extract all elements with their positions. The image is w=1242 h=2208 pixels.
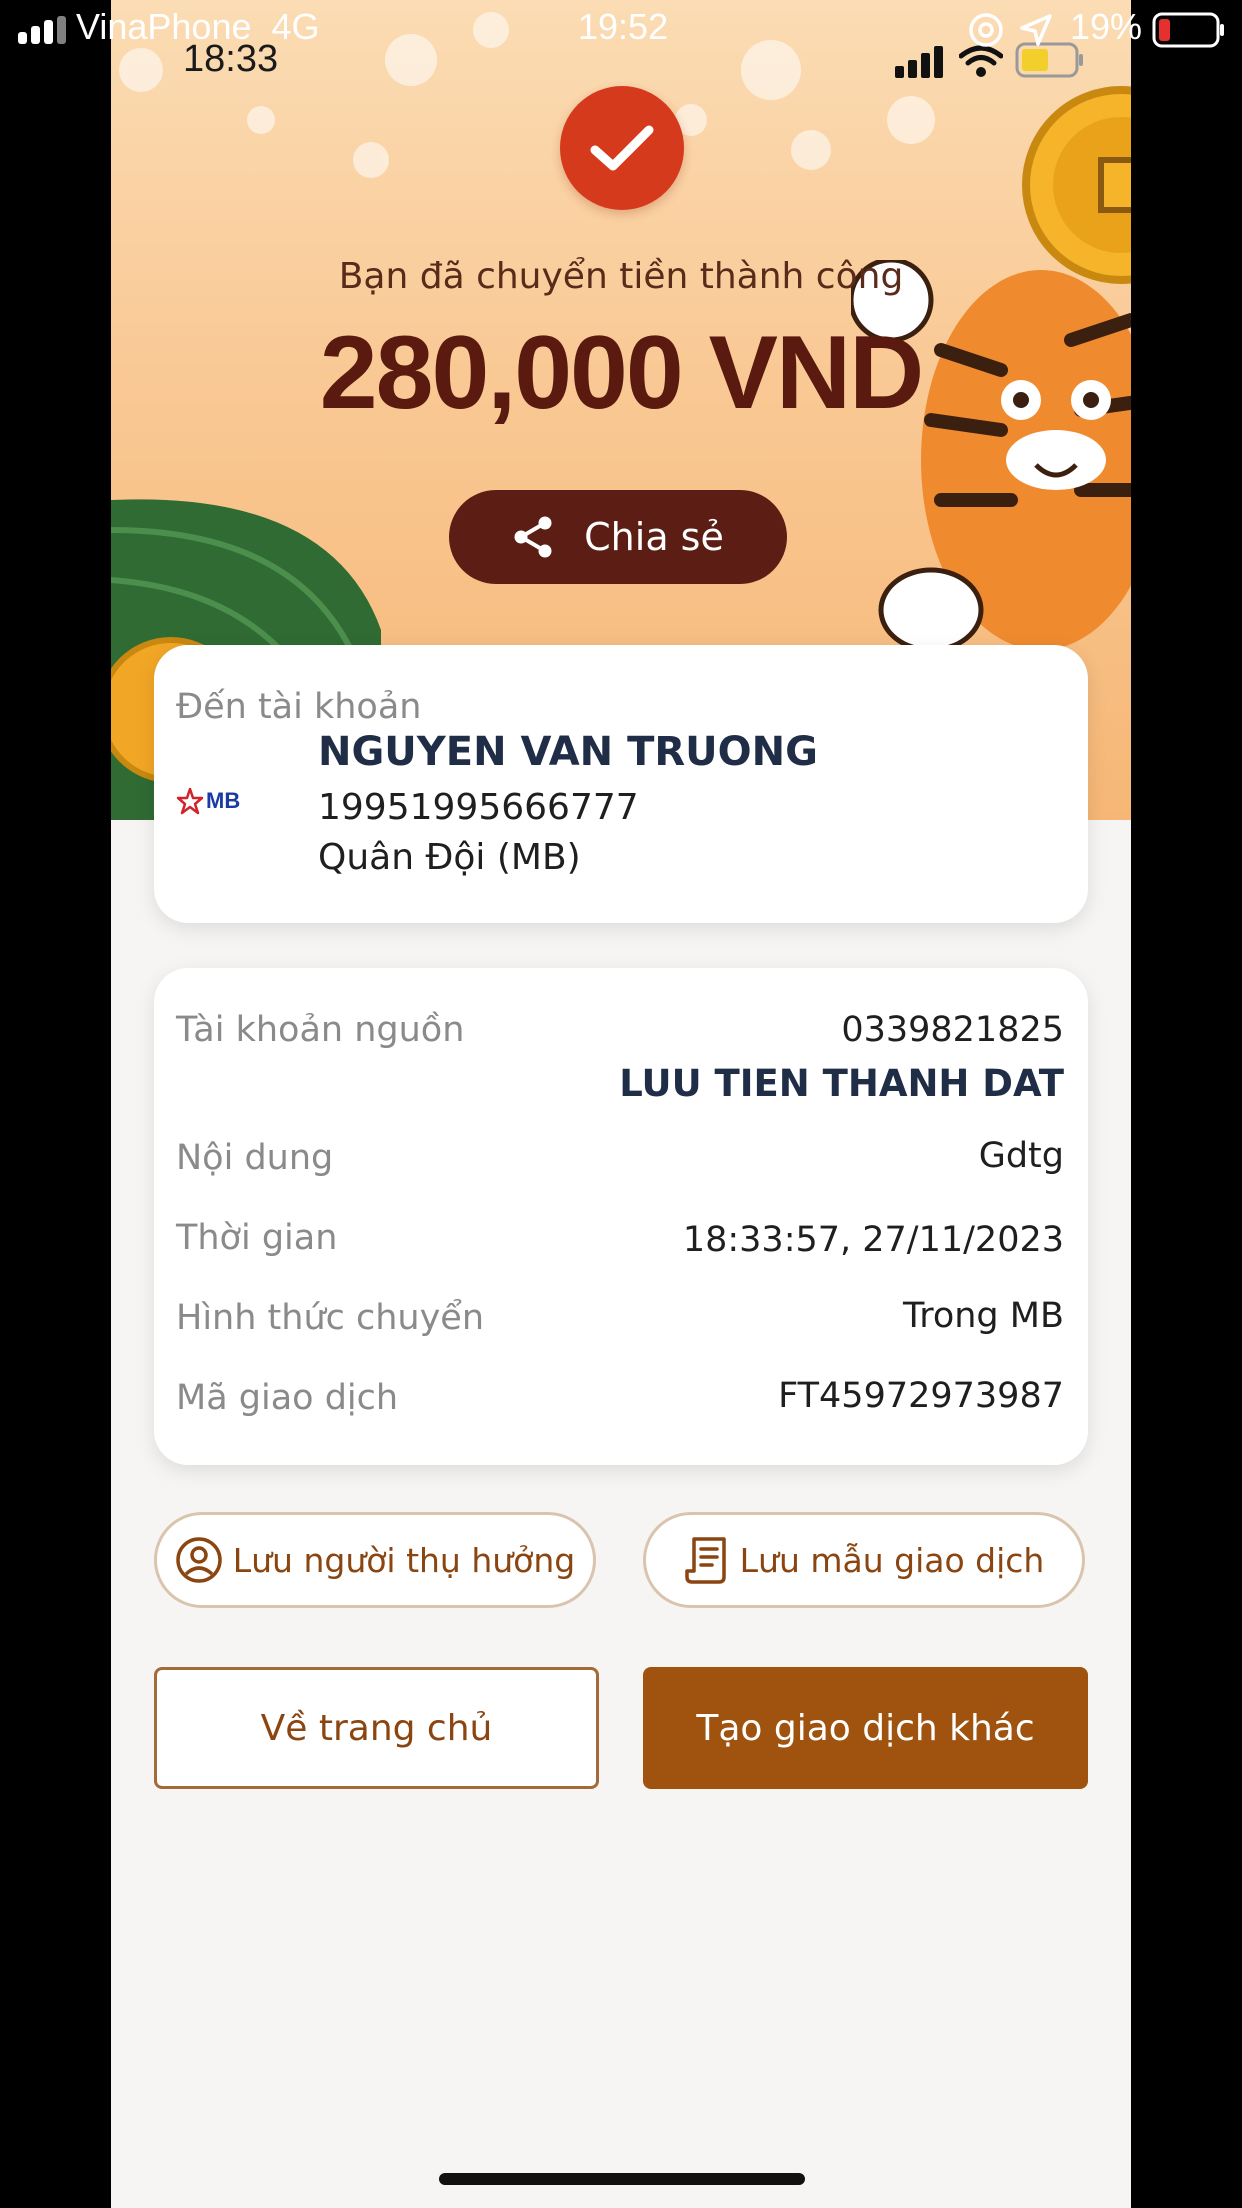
transaction-details-card: Tài khoản nguồn 0339821825 LUU TIEN THAN… bbox=[154, 968, 1088, 1465]
time-label: Thời gian bbox=[176, 1218, 338, 1258]
recipient-bank: Quân Đội (MB) bbox=[318, 837, 581, 878]
transfer-amount: 280,000 VND bbox=[319, 315, 924, 431]
source-account-label: Tài khoản nguồn bbox=[176, 1010, 465, 1050]
recipient-name: NGUYEN VAN TRUONG bbox=[318, 729, 818, 775]
recipient-label: Đến tài khoản bbox=[176, 687, 422, 727]
recipient-card: Đến tài khoản MB NGUYEN VAN TRUONG 19951… bbox=[154, 645, 1088, 923]
time-value: 18:33:57, 27/11/2023 bbox=[682, 1220, 1064, 1260]
outer-status-bar: VinaPhone 4G 19:52 19% bbox=[0, 0, 1242, 60]
content-value: Gdtg bbox=[978, 1136, 1064, 1176]
source-account-number: 0339821825 bbox=[841, 1010, 1064, 1050]
share-icon bbox=[514, 516, 552, 558]
outer-clock: 19:52 bbox=[578, 6, 669, 47]
new-transaction-button[interactable]: Tạo giao dịch khác bbox=[643, 1667, 1088, 1789]
home-indicator[interactable] bbox=[439, 2173, 805, 2185]
bank-logo-text: MB bbox=[206, 788, 241, 813]
transaction-code-value: FT45972973987 bbox=[778, 1376, 1064, 1416]
method-value: Trong MB bbox=[902, 1296, 1064, 1336]
save-beneficiary-label: Lưu người thụ hưởng bbox=[232, 1540, 576, 1580]
save-template-button[interactable]: Lưu mẫu giao dịch bbox=[643, 1512, 1085, 1608]
save-beneficiary-button[interactable]: Lưu người thụ hưởng bbox=[154, 1512, 596, 1608]
home-button-label: Về trang chủ bbox=[260, 1707, 493, 1749]
network-type: 4G bbox=[271, 6, 320, 47]
share-button[interactable]: Chia sẻ bbox=[449, 490, 787, 584]
receipt-icon bbox=[684, 1537, 726, 1584]
carrier-label: VinaPhone 4G bbox=[76, 6, 320, 47]
transaction-code-label: Mã giao dịch bbox=[176, 1378, 399, 1418]
gold-coin-icon bbox=[1022, 86, 1131, 284]
success-check-badge bbox=[560, 86, 684, 210]
at-icon bbox=[969, 13, 1003, 47]
new-transaction-label: Tạo giao dịch khác bbox=[696, 1707, 1035, 1749]
mb-bank-logo: MB bbox=[176, 787, 240, 815]
success-message: Bạn đã chuyển tiền thành công bbox=[338, 256, 904, 297]
battery-percent: 19% bbox=[1070, 6, 1143, 47]
content-label: Nội dung bbox=[176, 1138, 334, 1178]
home-button[interactable]: Về trang chủ bbox=[154, 1667, 599, 1789]
checkmark-icon bbox=[590, 125, 654, 171]
user-circle-icon bbox=[176, 1537, 222, 1583]
source-account-name: LUU TIEN THANH DAT bbox=[619, 1062, 1064, 1105]
save-template-label: Lưu mẫu giao dịch bbox=[739, 1540, 1045, 1580]
star-icon bbox=[176, 787, 204, 815]
battery-low-icon bbox=[1152, 12, 1224, 48]
share-label: Chia sẻ bbox=[584, 515, 724, 559]
phone-screen: 18:33 Bạn đã chuyển tiền thành công 280,… bbox=[111, 0, 1131, 2208]
outer-status-right: 19% bbox=[966, 6, 1226, 52]
method-label: Hình thức chuyển bbox=[176, 1298, 485, 1338]
recipient-account: 19951995666777 bbox=[318, 787, 639, 828]
signal-icon bbox=[18, 16, 66, 44]
location-arrow-icon bbox=[1020, 14, 1052, 46]
